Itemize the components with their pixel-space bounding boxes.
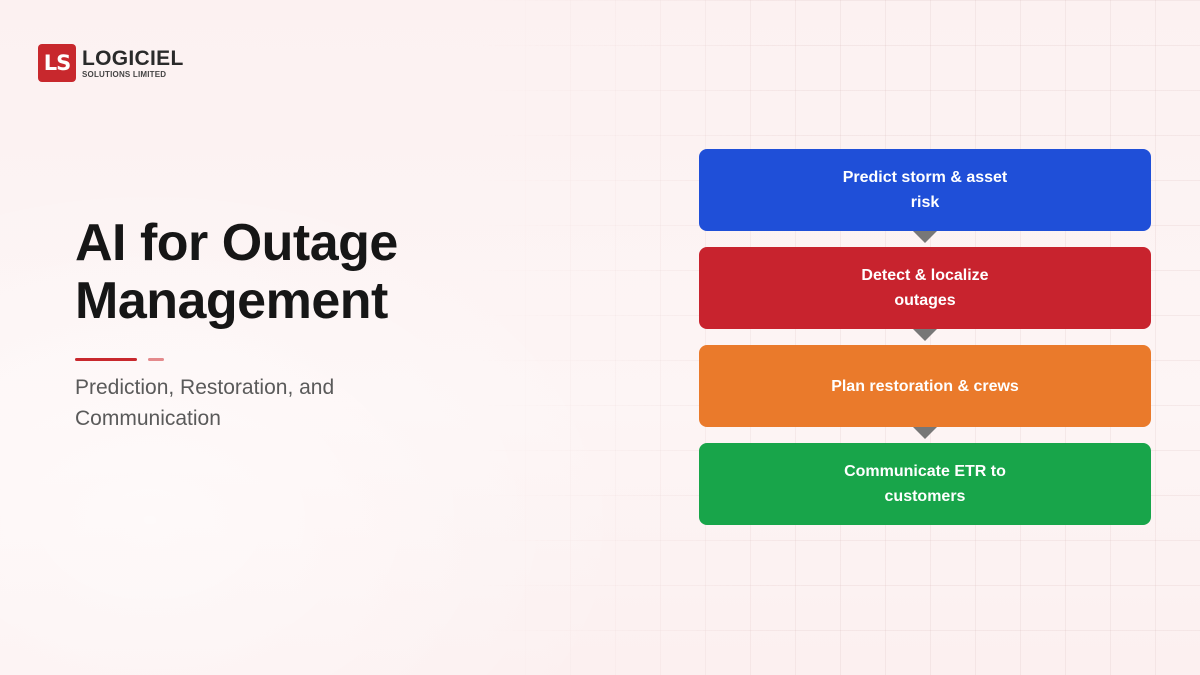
logo-name: LOGICIEL bbox=[82, 46, 184, 70]
divider-long bbox=[75, 358, 137, 361]
down-arrow-icon bbox=[913, 427, 937, 439]
flow-step-label: Plan restoration & crews bbox=[831, 377, 1019, 395]
title-line-2: Management bbox=[75, 272, 388, 330]
company-logo: LS LOGICIEL SOLUTIONS LIMITED bbox=[38, 44, 184, 82]
down-arrow-icon bbox=[913, 329, 937, 341]
flow-diagram: Predict storm & asset risk Detect & loca… bbox=[699, 149, 1151, 525]
down-arrow-icon bbox=[913, 231, 937, 243]
flow-arrow-wrap bbox=[699, 231, 1151, 247]
page-title: AI for Outage Management bbox=[75, 214, 495, 330]
flow-arrow-wrap bbox=[699, 427, 1151, 443]
page-subtitle: Prediction, Restoration, and Communicati… bbox=[75, 376, 335, 430]
flow-step-label: Predict storm & asset risk bbox=[842, 169, 1008, 211]
logo-mark: LS bbox=[38, 44, 76, 82]
flow-step-communicate: Communicate ETR to customers bbox=[699, 443, 1151, 525]
flow-step-label: Communicate ETR to customers bbox=[844, 463, 1006, 505]
divider-short bbox=[148, 358, 164, 361]
flow-step-predict: Predict storm & asset risk bbox=[699, 149, 1151, 231]
logo-subtitle: SOLUTIONS LIMITED bbox=[82, 69, 167, 79]
flow-arrow-wrap bbox=[699, 329, 1151, 345]
flow-step-plan: Plan restoration & crews bbox=[699, 345, 1151, 427]
logo-text: LOGICIEL SOLUTIONS LIMITED bbox=[82, 48, 184, 79]
flow-step-label: Detect & localize outages bbox=[861, 267, 989, 309]
flow-step-detect: Detect & localize outages bbox=[699, 247, 1151, 329]
title-line-1: AI for Outage bbox=[75, 214, 398, 272]
